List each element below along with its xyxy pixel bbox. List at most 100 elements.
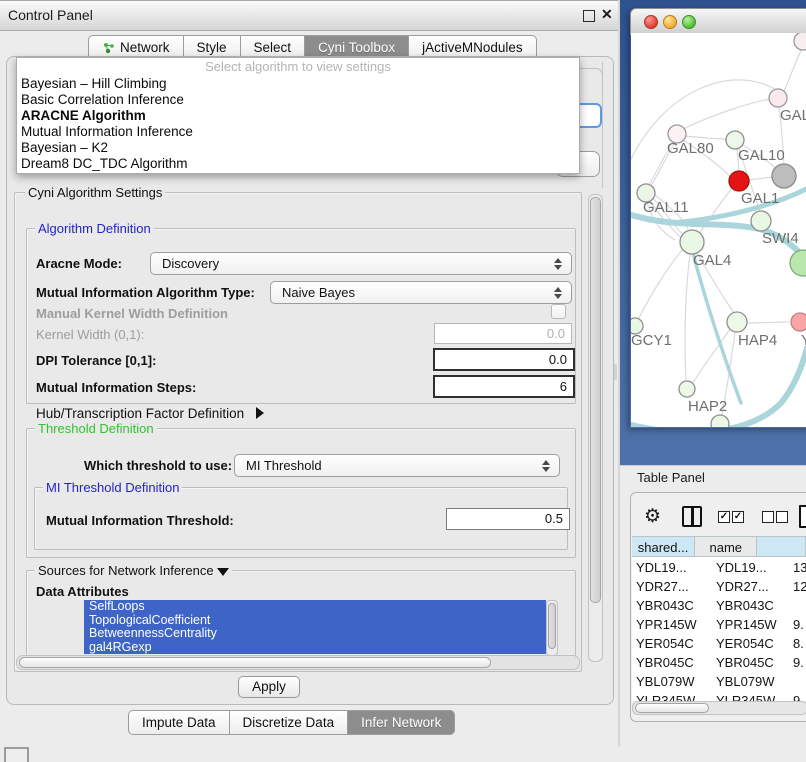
algorithm-item-bayesian-hill-climbing[interactable]: Bayesian – Hill Climbing xyxy=(17,76,579,92)
gear-icon[interactable]: ⚙ xyxy=(644,507,661,526)
network-node-gal4[interactable] xyxy=(680,230,704,254)
table-cell: YBL079W xyxy=(716,672,775,691)
checked-checkbox-icon[interactable]: ✓ xyxy=(732,511,744,523)
tab-label: Discretize Data xyxy=(243,711,335,734)
sources-group-title[interactable]: Sources for Network Inference xyxy=(35,563,232,578)
network-icon xyxy=(102,41,115,54)
settings-hscroll-thumb[interactable] xyxy=(19,657,491,668)
table-row[interactable]: YDL19...YDL19...13 xyxy=(632,558,806,577)
table-hscroll-thumb[interactable] xyxy=(635,703,709,713)
attribute-list[interactable]: SelfLoopsTopologicalCoefficientBetweenne… xyxy=(84,600,546,654)
table-cell: YPR145W xyxy=(716,615,777,634)
node-label: GAL80 xyxy=(667,140,714,157)
table-row[interactable]: YBR043C YBR043C xyxy=(632,596,806,615)
table-cell: YBR043C xyxy=(636,596,694,615)
network-edge[interactable] xyxy=(747,322,789,323)
network-edge[interactable] xyxy=(683,99,771,129)
algorithm-item-aracne-algorithm[interactable]: ARACNE Algorithm xyxy=(17,108,579,124)
network-canvas[interactable]: GALGAL80GAL10GAL1GAL11SWI4GAL4GCY1HAP4YH… xyxy=(631,33,806,427)
table-cell: YPR145W xyxy=(636,615,697,634)
document-icon[interactable] xyxy=(799,505,806,528)
mi-type-combo[interactable]: Naive Bayes xyxy=(270,281,572,304)
network-edge[interactable] xyxy=(638,249,683,320)
table-hscroll-track[interactable] xyxy=(632,701,806,715)
column-header-shared[interactable]: shared... xyxy=(632,536,695,557)
attribute-item-betweennesscentrality[interactable]: BetweennessCentrality xyxy=(84,627,546,641)
mi-type-label: Mutual Information Algorithm Type: xyxy=(36,285,255,300)
manual-kernel-label: Manual Kernel Width Definition xyxy=(36,306,228,321)
which-threshold-combo[interactable]: MI Threshold xyxy=(234,454,560,477)
column-header-name[interactable]: name xyxy=(695,536,757,557)
kernel-width-field[interactable]: 0.0 xyxy=(434,323,572,344)
algorithm-list: Bayesian – Hill ClimbingBasic Correlatio… xyxy=(17,76,579,172)
network-node[interactable] xyxy=(790,250,806,276)
table-row[interactable]: YER054CYER054C8. xyxy=(632,634,806,653)
screen: Control Panel ✕ NetworkStyleSelectCyni T… xyxy=(0,0,806,762)
checked-checkbox-icon[interactable]: ✓ xyxy=(718,511,730,523)
split-columns-icon[interactable] xyxy=(682,506,702,527)
table-header-row: shared...name xyxy=(632,536,806,557)
attribute-item-gal4rgexp[interactable]: gal4RGexp xyxy=(84,641,546,655)
algorithm-item-basic-correlation-inference[interactable]: Basic Correlation Inference xyxy=(17,92,579,108)
network-node[interactable] xyxy=(794,33,806,50)
close-icon[interactable]: ✕ xyxy=(601,6,613,23)
table-cell: YDL19... xyxy=(636,558,687,577)
table-row[interactable]: YBR045CYBR045C9. xyxy=(632,653,806,672)
float-window-icon[interactable] xyxy=(583,10,595,22)
network-node-gal1[interactable] xyxy=(729,171,749,191)
tab-impute-data[interactable]: Impute Data xyxy=(128,710,230,735)
algorithm-item-dream8-dc-tdc-algorithm[interactable]: Dream8 DC_TDC Algorithm xyxy=(17,156,579,172)
dpi-tolerance-label: DPI Tolerance [0,1]: xyxy=(36,353,156,368)
mi-threshold-field[interactable]: 0.5 xyxy=(446,508,570,530)
mi-steps-field[interactable]: 6 xyxy=(433,375,575,398)
settings-vscroll-track[interactable] xyxy=(588,194,603,662)
apply-button[interactable]: Apply xyxy=(238,676,300,698)
column-header-col2[interactable] xyxy=(757,536,806,557)
tab-discretize-data[interactable]: Discretize Data xyxy=(230,710,349,735)
attribute-list-vscroll[interactable] xyxy=(546,600,558,656)
docked-panel-icon[interactable] xyxy=(4,747,29,762)
network-window-titlebar[interactable] xyxy=(630,8,806,35)
minimize-traffic-icon[interactable] xyxy=(663,15,677,29)
network-edge[interactable] xyxy=(685,254,690,381)
table-row[interactable]: YLR345WYLR345W9. xyxy=(632,691,806,701)
zoom-traffic-icon[interactable] xyxy=(682,15,696,29)
dpi-tolerance-field[interactable]: 0.0 xyxy=(433,348,575,371)
node-table[interactable]: shared...name YDL19...YDL19...13YDR27...… xyxy=(632,536,806,701)
network-node-hap4[interactable] xyxy=(727,312,747,332)
aracne-mode-combo[interactable]: Discovery xyxy=(150,252,572,275)
settings-vscroll-thumb[interactable] xyxy=(590,197,601,603)
network-edge[interactable] xyxy=(748,177,773,180)
unchecked-checkbox-icon[interactable] xyxy=(762,511,774,523)
network-edge[interactable] xyxy=(685,136,727,139)
algorithm-item-bayesian-k2[interactable]: Bayesian – K2 xyxy=(17,140,579,156)
network-node-gal[interactable] xyxy=(769,89,787,107)
network-node-swi4[interactable] xyxy=(751,211,771,231)
mi-steps-label: Mutual Information Steps: xyxy=(36,380,196,395)
network-node[interactable] xyxy=(772,164,796,188)
attribute-list-vscroll-thumb[interactable] xyxy=(548,603,556,649)
tab-infer-network[interactable]: Infer Network xyxy=(348,710,455,735)
network-edge[interactable] xyxy=(784,47,803,91)
aracne-mode-label: Aracne Mode: xyxy=(36,256,122,271)
hub-definition-toggle[interactable]: Hub/Transcription Factor Definition xyxy=(36,406,264,421)
network-node[interactable] xyxy=(711,415,729,427)
table-cell: YBR043C xyxy=(716,596,774,615)
table-cell: 8. xyxy=(793,634,804,653)
close-traffic-icon[interactable] xyxy=(644,15,658,29)
table-cell: YBR045C xyxy=(716,653,774,672)
table-row[interactable]: YDR27...YDR27...12 xyxy=(632,577,806,596)
algorithm-item-mutual-information-inference[interactable]: Mutual Information Inference xyxy=(17,124,579,140)
network-node-y[interactable] xyxy=(791,313,806,331)
network-node-hap2[interactable] xyxy=(679,381,695,397)
attribute-item-topologicalcoefficient[interactable]: TopologicalCoefficient xyxy=(84,614,546,628)
mi-threshold-label: Mutual Information Threshold: xyxy=(46,513,234,528)
table-row[interactable]: YPR145WYPR145W9. xyxy=(632,615,806,634)
attribute-item-selfloops[interactable]: SelfLoops xyxy=(84,600,546,614)
table-row[interactable]: YBL079WYBL079W xyxy=(632,672,806,691)
settings-hscroll-track[interactable] xyxy=(16,655,580,670)
table-panel-title: Table Panel xyxy=(637,470,705,485)
tab-label: Infer Network xyxy=(361,711,441,734)
manual-kernel-checkbox[interactable] xyxy=(551,304,566,319)
unchecked-checkbox-icon[interactable] xyxy=(776,511,788,523)
